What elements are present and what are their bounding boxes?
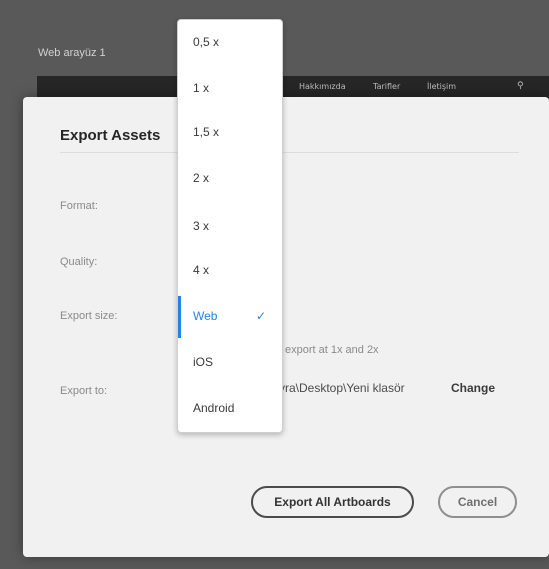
dropdown-option-ios[interactable]: iOS xyxy=(178,344,282,380)
export-assets-dialog: Export Assets Format: Quality: Export si… xyxy=(23,97,549,557)
export-size-hint: export at 1x and 2x xyxy=(285,344,379,356)
dialog-title: Export Assets xyxy=(60,127,161,144)
export-size-label: Export size: xyxy=(60,310,118,322)
search-icon: ⚲ xyxy=(517,80,524,90)
dropdown-option-web-label: Web xyxy=(193,309,218,323)
dropdown-option-3x[interactable]: 3 x xyxy=(178,208,282,244)
change-location-button[interactable]: Change xyxy=(451,381,495,395)
dropdown-option-1-5x[interactable]: 1,5 x xyxy=(178,114,282,150)
quality-label: Quality: xyxy=(60,256,98,268)
artboard-nav-item: İletişim xyxy=(427,82,457,91)
dropdown-option-0-5x[interactable]: 0,5 x xyxy=(178,24,282,60)
export-size-dropdown[interactable]: 0,5 x 1 x 1,5 x 2 x 3 x 4 x Web ✓ iOS An… xyxy=(177,19,283,433)
check-icon: ✓ xyxy=(256,309,267,323)
dropdown-option-4x[interactable]: 4 x xyxy=(178,252,282,288)
export-path: yra\Desktop\Yeni klasör xyxy=(279,381,405,395)
export-all-artboards-button[interactable]: Export All Artboards xyxy=(251,486,414,518)
dropdown-option-2x[interactable]: 2 x xyxy=(178,160,282,196)
format-label: Format: xyxy=(60,200,98,212)
artboard-preview: Hakkımızda Tarifler İletişim ⚲ xyxy=(37,76,549,98)
dropdown-option-web[interactable]: Web ✓ xyxy=(178,298,282,334)
cancel-button[interactable]: Cancel xyxy=(438,486,517,518)
dialog-divider xyxy=(60,152,519,153)
dropdown-option-android[interactable]: Android xyxy=(178,390,282,426)
artboard-nav-item: Tarifler xyxy=(373,82,401,91)
dropdown-option-1x[interactable]: 1 x xyxy=(178,70,282,106)
artboard-title: Web arayüz 1 xyxy=(38,47,106,59)
artboard-nav-item: Hakkımızda xyxy=(299,82,346,91)
export-to-label: Export to: xyxy=(60,385,108,397)
